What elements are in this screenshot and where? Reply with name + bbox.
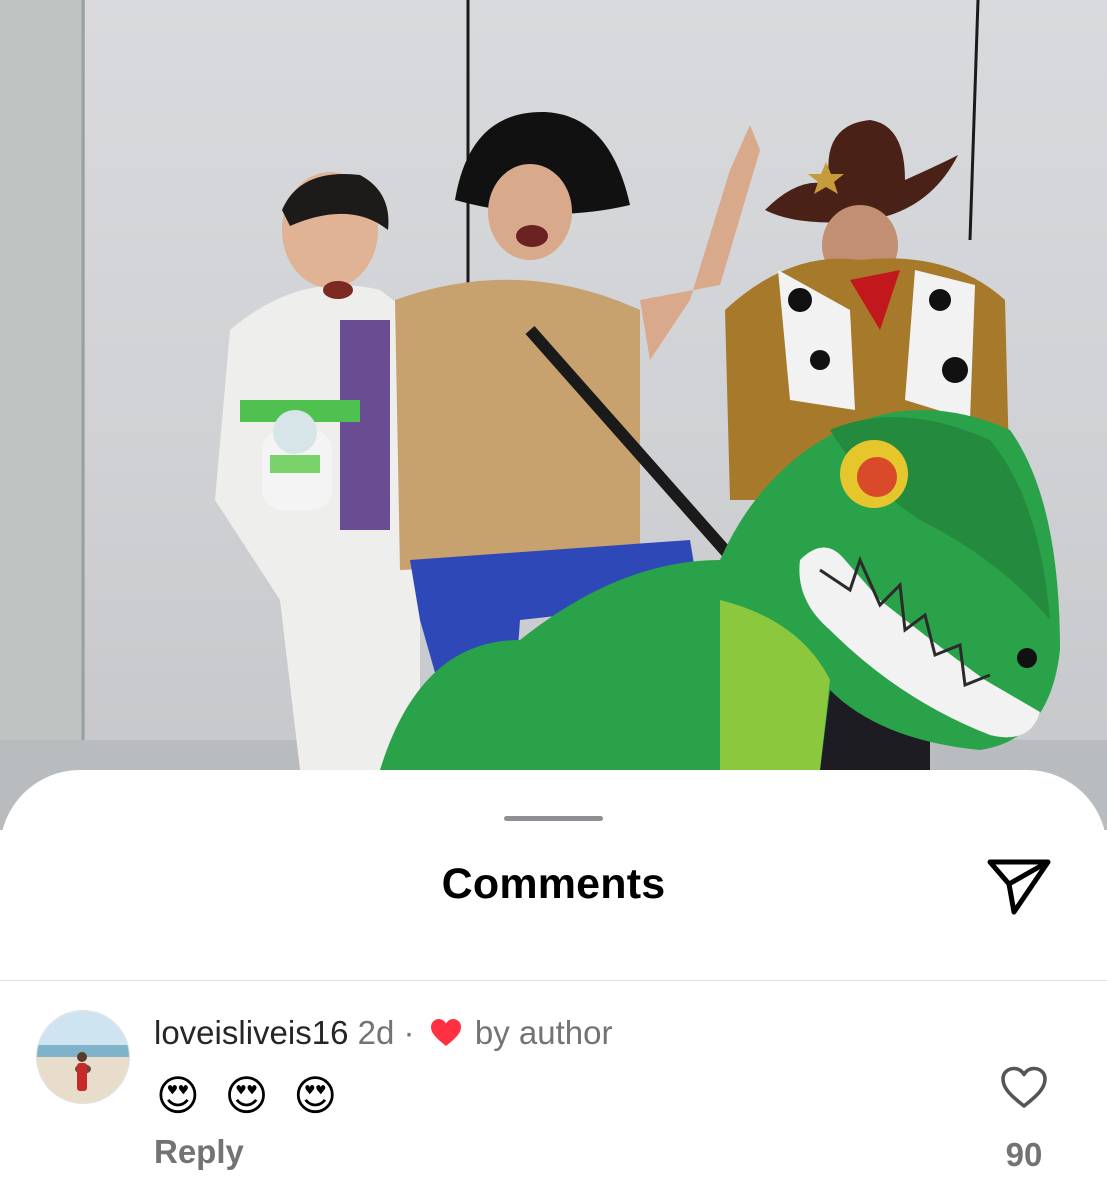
like-count: 90 [1005, 1136, 1043, 1173]
heart-outline-icon[interactable] [1000, 1066, 1048, 1110]
comment-username[interactable]: loveisliveis16 [154, 1014, 348, 1051]
sheet-divider [0, 980, 1107, 981]
comments-screen: Comments loveisliveis16 2d · by author 😍… [0, 0, 1107, 1199]
comment-header: loveisliveis16 2d · by author [154, 1014, 612, 1052]
comment-text: 😍 😍 😍 [156, 1066, 350, 1120]
post-photo [0, 0, 1107, 830]
heart-eyes-emoji: 😍 [224, 1071, 269, 1119]
avatar[interactable] [36, 1010, 130, 1104]
heart-eyes-emoji: 😍 [156, 1071, 200, 1119]
comments-sheet: Comments loveisliveis16 2d · by author 😍… [0, 770, 1107, 1199]
meta-separator: · [403, 1014, 415, 1051]
comment-time: 2d [357, 1014, 395, 1051]
costume-photo-illustration [0, 0, 1107, 830]
liked-by-author-label: by author [474, 1014, 613, 1051]
heart-filled-icon [430, 1018, 462, 1048]
sheet-grabber[interactable] [504, 816, 603, 821]
heart-eyes-emoji: 😍 [293, 1071, 338, 1119]
reply-button[interactable]: Reply [154, 1133, 244, 1171]
sheet-title: Comments [441, 860, 666, 908]
paper-plane-icon[interactable] [984, 854, 1054, 918]
